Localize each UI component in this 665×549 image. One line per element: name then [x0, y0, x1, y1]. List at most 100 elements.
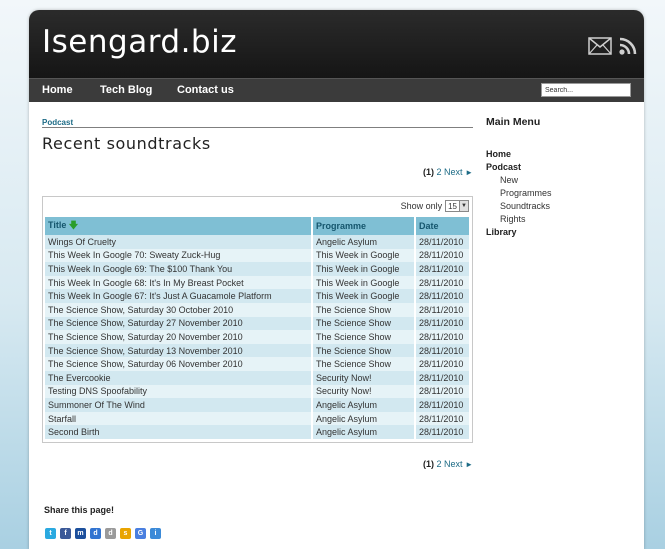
cell-title[interactable]: The Science Show, Saturday 06 November 2…: [45, 357, 313, 371]
pager-top: (1) 2 Next ►: [423, 167, 473, 177]
table-row[interactable]: This Week In Google 67: It's Just A Guac…: [45, 289, 471, 303]
pager-next-link[interactable]: Next: [444, 167, 463, 177]
cell-programme: The Science Show: [312, 343, 416, 358]
menu-item-programmes[interactable]: Programmes: [486, 187, 616, 200]
menu-item-podcast[interactable]: Podcast: [486, 161, 616, 174]
cell-title[interactable]: The Science Show, Saturday 20 November 2…: [45, 330, 313, 344]
cell-date: 28/11/2010: [415, 235, 471, 249]
soundtracks-table: Title 🡇 Programme Date Wings Of Cruelty A…: [45, 217, 471, 439]
delicious-icon[interactable]: d: [90, 528, 101, 539]
pager-current: (1): [423, 167, 434, 177]
show-only-control: Show only 15 ▼: [401, 200, 469, 212]
cell-title[interactable]: Starfall: [45, 411, 313, 426]
cell-programme: Security Now!: [312, 370, 416, 385]
cell-programme: This Week in Google: [312, 275, 416, 290]
menu-item-library[interactable]: Library: [486, 226, 616, 239]
cell-date: 28/11/2010: [415, 425, 471, 439]
cell-title[interactable]: This Week In Google 68: It's In My Breas…: [45, 275, 313, 290]
site-header: Isengard.biz: [29, 10, 644, 78]
nav-item-home[interactable]: Home: [42, 84, 73, 96]
page-title: Recent soundtracks: [42, 134, 211, 153]
cell-programme: This Week in Google: [312, 289, 416, 303]
menu-item-home[interactable]: Home: [486, 148, 616, 161]
menu-item-soundtracks[interactable]: Soundtracks: [486, 200, 616, 213]
cell-title[interactable]: Testing DNS Spoofability: [45, 384, 313, 399]
main-menu: Home Podcast New Programmes Soundtracks Right…: [486, 148, 616, 239]
table-row[interactable]: The Science Show, Saturday 30 October 20…: [45, 302, 471, 317]
nav-item-contact-us[interactable]: Contact us: [177, 84, 234, 96]
cell-programme: The Science Show: [312, 357, 416, 371]
cell-title[interactable]: Summoner Of The Wind: [45, 398, 313, 412]
cell-date: 28/11/2010: [415, 289, 471, 303]
menu-item-new[interactable]: New: [486, 174, 616, 187]
cell-date: 28/11/2010: [415, 370, 471, 385]
digg-icon[interactable]: d: [105, 528, 116, 539]
page-size-value: 15: [448, 201, 457, 211]
column-header-date[interactable]: Date: [415, 217, 471, 235]
pager-page-2-link[interactable]: 2: [437, 459, 442, 469]
pager-page-2-link[interactable]: 2: [437, 167, 442, 177]
rss-icon[interactable]: [618, 36, 638, 61]
share-title: Share this page!: [44, 505, 115, 515]
site-title[interactable]: Isengard.biz: [42, 24, 237, 60]
nav-item-tech-blog[interactable]: Tech Blog: [100, 84, 152, 96]
cell-title[interactable]: Second Birth: [45, 425, 313, 439]
mail-icon[interactable]: [588, 37, 612, 60]
cell-title[interactable]: This Week In Google 70: Sweaty Zuck-Hug: [45, 248, 313, 263]
page-frame: Isengard.biz Home Tech Blog Contact us S…: [29, 10, 644, 549]
google-icon[interactable]: G: [135, 528, 146, 539]
cell-title[interactable]: The Evercookie: [45, 370, 313, 385]
table-row[interactable]: This Week In Google 69: The $100 Thank Y…: [45, 262, 471, 276]
cell-title[interactable]: The Science Show, Saturday 13 November 2…: [45, 343, 313, 358]
twitter-icon[interactable]: t: [45, 528, 56, 539]
cell-programme: Angelic Asylum: [312, 411, 416, 426]
breadcrumb-divider: [42, 127, 473, 128]
table-row[interactable]: This Week In Google 70: Sweaty Zuck-Hug T…: [45, 248, 471, 263]
cell-title[interactable]: This Week In Google 67: It's Just A Guac…: [45, 289, 313, 303]
column-header-title[interactable]: Title 🡇: [45, 217, 313, 235]
table-row[interactable]: This Week In Google 68: It's In My Breas…: [45, 275, 471, 290]
cell-programme: The Science Show: [312, 330, 416, 344]
next-arrow-icon[interactable]: ►: [465, 460, 473, 469]
cell-date: 28/11/2010: [415, 330, 471, 344]
table-row[interactable]: The Science Show, Saturday 27 November 2…: [45, 316, 471, 331]
header-icons: [588, 36, 638, 61]
breadcrumb[interactable]: Podcast: [42, 118, 73, 127]
table-row[interactable]: The Science Show, Saturday 20 November 2…: [45, 330, 471, 344]
cell-date: 28/11/2010: [415, 411, 471, 426]
table-row[interactable]: Second Birth Angelic Asylum 28/11/2010: [45, 425, 471, 439]
table-row[interactable]: The Evercookie Security Now! 28/11/2010: [45, 370, 471, 385]
hi5-icon[interactable]: i: [150, 528, 161, 539]
nav-bar: Home Tech Blog Contact us: [29, 78, 644, 102]
cell-programme: Angelic Asylum: [312, 235, 416, 249]
chevron-down-icon[interactable]: ▼: [459, 201, 468, 211]
page-size-select[interactable]: 15 ▼: [445, 200, 469, 212]
table-row[interactable]: Starfall Angelic Asylum 28/11/2010: [45, 411, 471, 426]
search-input[interactable]: [541, 83, 631, 97]
sidebar: Main Menu Home Podcast New Programmes Soundt…: [486, 116, 552, 237]
cell-title[interactable]: This Week In Google 69: The $100 Thank Y…: [45, 262, 313, 276]
cell-title[interactable]: The Science Show, Saturday 30 October 20…: [45, 302, 313, 317]
table-row[interactable]: Summoner Of The Wind Angelic Asylum 28/11/…: [45, 398, 471, 412]
facebook-icon[interactable]: f: [60, 528, 71, 539]
stumbleupon-icon[interactable]: s: [120, 528, 131, 539]
soundtracks-table-container: Show only 15 ▼ Title 🡇 Programme Date Wi…: [42, 196, 473, 443]
table-row[interactable]: The Science Show, Saturday 13 November 2…: [45, 343, 471, 358]
myspace-icon[interactable]: m: [75, 528, 86, 539]
share-icons: tfmddsGi: [45, 528, 161, 539]
cell-programme: Security Now!: [312, 384, 416, 399]
menu-item-rights[interactable]: Rights: [486, 213, 616, 226]
cell-date: 28/11/2010: [415, 275, 471, 290]
cell-date: 28/11/2010: [415, 398, 471, 412]
column-header-programme[interactable]: Programme: [312, 217, 416, 235]
table-row[interactable]: Testing DNS Spoofability Security Now! 28/…: [45, 384, 471, 399]
pager-next-link[interactable]: Next: [444, 459, 463, 469]
next-arrow-icon[interactable]: ►: [465, 168, 473, 177]
cell-date: 28/11/2010: [415, 316, 471, 331]
cell-title[interactable]: Wings Of Cruelty: [45, 235, 313, 249]
table-row[interactable]: Wings Of Cruelty Angelic Asylum 28/11/2010: [45, 235, 471, 249]
cell-programme: This Week in Google: [312, 248, 416, 263]
cell-title[interactable]: The Science Show, Saturday 27 November 2…: [45, 316, 313, 331]
table-row[interactable]: The Science Show, Saturday 06 November 2…: [45, 357, 471, 371]
cell-programme: Angelic Asylum: [312, 398, 416, 412]
